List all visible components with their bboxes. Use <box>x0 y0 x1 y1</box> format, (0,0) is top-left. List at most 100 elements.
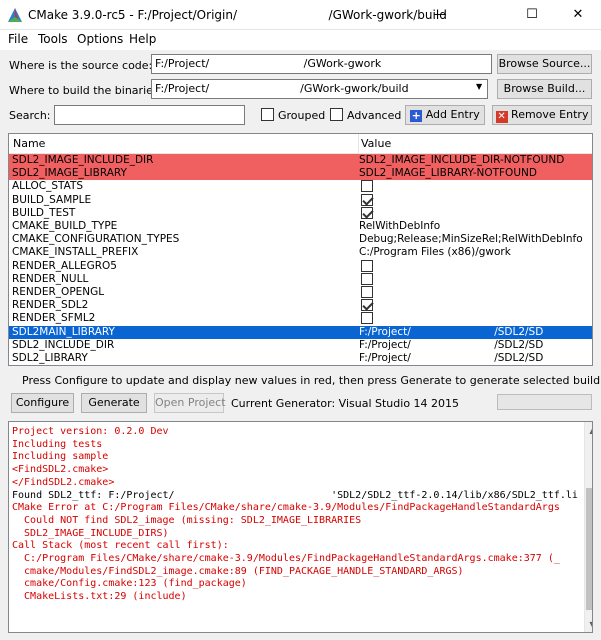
advanced-label: Advanced <box>347 109 402 122</box>
cache-entry-value[interactable]: F:/Project/ /SDL2/SD <box>359 326 543 339</box>
cmake-triangle-icon <box>8 8 22 22</box>
cache-entry-value[interactable]: F:/Project/ /SDL2/SD <box>359 352 543 365</box>
cache-entry-name: SDL2_IMAGE_LIBRARY <box>12 167 127 180</box>
table-row[interactable]: SDL2_IMAGE_INCLUDE_DIR SDL2_IMAGE_INCLUDE… <box>9 154 592 167</box>
cache-entry-name: SDL2_IMAGE_INCLUDE_DIR <box>12 154 154 166</box>
cache-entry-name: BUILD_TEST <box>12 206 76 219</box>
cache-entry-checkbox[interactable] <box>361 286 373 298</box>
cache-entry-name: RENDER_OPENGL <box>12 286 105 298</box>
cache-entry-checkbox[interactable] <box>361 180 373 193</box>
cache-entry-name: RENDER_ALLEGRO5 <box>12 259 117 272</box>
table-body: SDL2_IMAGE_INCLUDE_DIR SDL2_IMAGE_INCLUDE… <box>9 154 592 365</box>
cache-entry-name: ALLOC_STATS <box>12 180 84 193</box>
close-button[interactable]: ✕ <box>555 0 601 30</box>
cache-entry-checkbox[interactable] <box>361 193 373 206</box>
output-lines: Project version: 0.2.0 Dev Including test… <box>9 426 583 632</box>
cache-entry-value[interactable]: RelWithDebInfo <box>359 220 440 233</box>
open-project-button[interactable]: Open Project <box>154 393 226 413</box>
column-header-name[interactable]: Name <box>13 137 45 150</box>
table-row[interactable]: SDL2MAIN_LIBRARY F:/Project/ /SDL2/SD <box>9 325 592 339</box>
progress-bar <box>497 394 592 410</box>
output-line: SDL2_IMAGE_INCLUDE_DIRS) <box>12 527 169 539</box>
table-row[interactable]: RENDER_SDL2 <box>9 299 592 312</box>
menu-help[interactable]: Help <box>129 32 156 46</box>
output-line: </FindSDL2.cmake> <box>12 476 115 488</box>
table-row[interactable]: CMAKE_INSTALL_PREFIX C:/Program Files (x8… <box>9 246 592 259</box>
cache-entry-name: SDL2_LIBRARY <box>12 352 88 364</box>
window-title: CMake 3.9.0-rc5 - F:/Project/Origin/ /GW… <box>28 8 447 22</box>
table-header: Name Value <box>9 134 592 154</box>
cache-entry-checkbox[interactable] <box>361 312 373 325</box>
table-row[interactable]: SDL2_INCLUDE_DIR F:/Project/ /SDL2/SD <box>9 339 592 352</box>
cache-entry-name: CMAKE_INSTALL_PREFIX <box>12 246 139 259</box>
table-row[interactable]: SDL2_IMAGE_LIBRARY SDL2_IMAGE_LIBRARY-NOT… <box>9 167 592 181</box>
table-row[interactable]: RENDER_SFML2 <box>9 312 592 325</box>
cache-entry-checkbox[interactable] <box>361 272 373 285</box>
chevron-down-icon[interactable]: ▼ <box>476 82 482 91</box>
table-row[interactable]: RENDER_ALLEGRO5 <box>9 259 592 273</box>
cache-entry-checkbox[interactable] <box>361 299 373 312</box>
cache-entry-checkbox[interactable] <box>361 259 373 272</box>
cache-entry-value[interactable]: SDL2_IMAGE_LIBRARY-NOTFOUND <box>359 167 537 180</box>
title-bar[interactable]: CMake 3.9.0-rc5 - F:/Project/Origin/ /GW… <box>0 0 601 30</box>
table-row[interactable]: RENDER_NULL <box>9 272 592 286</box>
output-line: Found SDL2_ttf: F:/Project/ 'SDL2/SDL2_t… <box>12 489 578 501</box>
cache-entry-name: RENDER_NULL <box>12 272 89 285</box>
cache-entry-value[interactable]: C:/Program Files (x86)/gwork <box>359 246 511 259</box>
cache-entry-name: SDL2MAIN_LIBRARY <box>12 325 115 338</box>
cache-entry-name: CMAKE_CONFIGURATION_TYPES <box>12 233 180 246</box>
menu-options[interactable]: Options <box>77 32 123 46</box>
build-path-combo[interactable]: F:/Project/ /GWork-gwork/build <box>151 79 488 99</box>
search-label: Search: <box>9 109 51 122</box>
search-input[interactable] <box>54 105 245 125</box>
cache-entry-name: SDL2_INCLUDE_DIR <box>12 338 115 351</box>
column-divider[interactable] <box>358 134 359 154</box>
output-line: Including tests <box>12 438 103 450</box>
cache-entry-name: RENDER_SDL2 <box>12 299 89 312</box>
generate-button[interactable]: Generate <box>81 393 147 413</box>
cache-entry-value[interactable]: Debug;Release;MinSizeRel;RelWithDebInfo <box>359 233 583 246</box>
configure-hint: Press Configure to update and display ne… <box>22 374 601 387</box>
build-label: Where to build the binaries: <box>9 84 163 97</box>
table-row[interactable]: ALLOC_STATS <box>9 180 592 193</box>
menu-tools[interactable]: Tools <box>38 32 68 46</box>
scroll-down-icon[interactable]: ▼ <box>584 616 592 632</box>
column-header-value[interactable]: Value <box>361 137 391 150</box>
browse-source-button[interactable]: Browse Source... <box>497 54 592 74</box>
output-line: Call Stack (most recent call first): <box>12 540 229 552</box>
configure-button[interactable]: Configure <box>11 393 74 413</box>
browse-build-button[interactable]: Browse Build... <box>497 79 592 99</box>
table-row[interactable]: RENDER_OPENGL <box>9 286 592 299</box>
scrollbar-thumb[interactable] <box>586 488 592 610</box>
cache-entry-value[interactable]: F:/Project/ /SDL2/SD <box>359 339 543 352</box>
output-line: CMake Error at C:/Program Files/CMake/sh… <box>12 502 560 514</box>
source-path-input[interactable]: F:/Project/ /GWork-gwork <box>151 54 492 74</box>
cache-entry-name: RENDER_SFML2 <box>12 312 96 325</box>
table-row[interactable]: CMAKE_BUILD_TYPE RelWithDebInfo <box>9 220 592 233</box>
cache-entry-name: BUILD_SAMPLE <box>12 193 92 206</box>
output-line: cmake/Config.cmake:123 (find_package) <box>12 578 247 590</box>
minimize-button[interactable]: — <box>417 0 463 30</box>
table-row[interactable]: BUILD_TEST <box>9 206 592 220</box>
add-entry-button[interactable]: + Add Entry <box>405 105 485 125</box>
output-log[interactable]: Project version: 0.2.0 Dev Including test… <box>8 421 593 633</box>
table-row[interactable]: SDL2_LIBRARY F:/Project/ /SDL2/SD <box>9 352 592 365</box>
cache-table[interactable]: Name Value SDL2_IMAGE_INCLUDE_DIR SDL2_IM… <box>8 133 593 366</box>
menu-file[interactable]: File <box>8 32 28 46</box>
scroll-up-icon[interactable]: ▲ <box>584 422 592 439</box>
add-entry-label: Add Entry <box>425 108 480 121</box>
table-row[interactable]: CMAKE_CONFIGURATION_TYPES Debug;Release;M… <box>9 233 592 246</box>
advanced-checkbox[interactable] <box>330 108 343 121</box>
output-line: Could NOT find SDL2_image (missing: SDL2… <box>12 514 362 526</box>
grouped-checkbox[interactable] <box>261 108 274 121</box>
maximize-button[interactable]: ☐ <box>509 0 555 30</box>
cache-entry-checkbox[interactable] <box>361 206 373 219</box>
table-row[interactable]: BUILD_SAMPLE <box>9 193 592 207</box>
output-line: cmake/Modules/FindSDL2_image.cmake:89 (F… <box>12 565 464 577</box>
remove-x-icon: ✕ <box>495 111 508 123</box>
remove-entry-button[interactable]: ✕ Remove Entry <box>492 105 592 125</box>
source-label: Where is the source code: <box>9 59 153 72</box>
remove-entry-label: Remove Entry <box>511 108 589 121</box>
cache-entry-value[interactable]: SDL2_IMAGE_INCLUDE_DIR-NOTFOUND <box>359 154 564 167</box>
current-generator: Current Generator: Visual Studio 14 2015 <box>231 397 460 410</box>
